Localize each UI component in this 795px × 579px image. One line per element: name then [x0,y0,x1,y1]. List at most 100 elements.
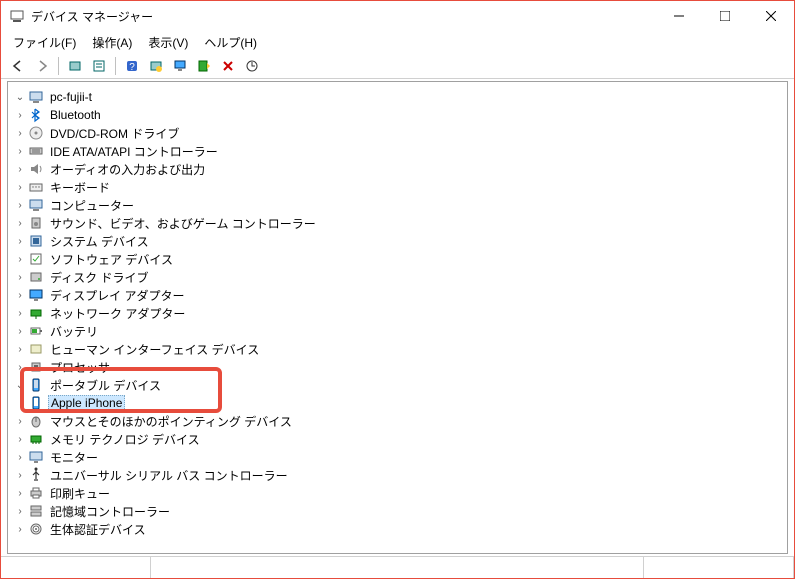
usb-icon [28,467,44,483]
chevron-down-icon[interactable]: ⌄ [12,89,28,105]
chevron-right-icon[interactable]: › [12,449,28,465]
menubar: ファイル(F) 操作(A) 表示(V) ヘルプ(H) [1,31,794,53]
menu-file[interactable]: ファイル(F) [7,32,82,53]
chevron-right-icon[interactable]: › [12,413,28,429]
node-label: システム デバイス [48,233,151,250]
disc-icon [28,125,44,141]
chevron-right-icon[interactable]: › [12,485,28,501]
app-icon [9,8,25,24]
tree-node[interactable]: › ソフトウェア デバイス [12,250,783,268]
close-button[interactable] [748,1,794,31]
node-label: キーボード [48,179,112,196]
chevron-right-icon[interactable]: › [12,107,28,123]
tree-node[interactable]: › オーディオの入力および出力 [12,160,783,178]
status-cell [151,557,644,578]
chevron-right-icon[interactable]: › [12,359,28,375]
chevron-right-icon[interactable]: › [12,323,28,339]
tree-node[interactable]: › サウンド、ビデオ、およびゲーム コントローラー [12,214,783,232]
ide-icon [28,143,44,159]
scan-button[interactable] [241,55,263,77]
maximize-button[interactable] [702,1,748,31]
portable-icon [28,377,44,393]
menu-help[interactable]: ヘルプ(H) [198,32,263,53]
menu-view[interactable]: 表示(V) [142,32,194,53]
tree-node[interactable]: › ディスク ドライブ [12,268,783,286]
status-cell [644,557,794,578]
tree-node[interactable]: › Bluetooth [12,106,783,124]
chevron-right-icon[interactable]: › [12,215,28,231]
uninstall-button[interactable] [217,55,239,77]
tree-node[interactable]: › マウスとそのほかのポインティング デバイス [12,412,783,430]
back-button[interactable] [7,55,29,77]
statusbar [1,556,794,578]
chevron-right-icon[interactable]: › [12,467,28,483]
chevron-right-icon[interactable]: › [12,125,28,141]
node-label: DVD/CD-ROM ドライブ [48,125,181,142]
tree-node[interactable]: › 生体認証デバイス [12,520,783,538]
node-label: サウンド、ビデオ、およびゲーム コントローラー [48,215,318,232]
device-tree[interactable]: ⌄ pc-fujii-t › Bluetooth › DVD/CD-ROM ドラ… [7,81,788,554]
menu-action[interactable]: 操作(A) [86,32,138,53]
tree-node[interactable]: › バッテリ [12,322,783,340]
node-label: ヒューマン インターフェイス デバイス [48,341,261,358]
tree-node[interactable]: › コンピューター [12,196,783,214]
node-label: 生体認証デバイス [48,521,148,538]
cpu-icon [28,359,44,375]
tree-node[interactable]: › メモリ テクノロジ デバイス [12,430,783,448]
node-label: 印刷キュー [48,485,112,502]
audio-icon [28,161,44,177]
tree-node[interactable]: › IDE ATA/ATAPI コントローラー [12,142,783,160]
chevron-right-icon[interactable]: › [12,521,28,537]
refresh-button[interactable] [145,55,167,77]
chevron-right-icon[interactable]: › [12,431,28,447]
chevron-right-icon[interactable]: › [12,143,28,159]
tree-node[interactable]: › ヒューマン インターフェイス デバイス [12,340,783,358]
tree-node[interactable]: › ディスプレイ アダプター [12,286,783,304]
bluetooth-icon [28,107,44,123]
chevron-right-icon[interactable]: › [12,161,28,177]
tree-node[interactable]: › ユニバーサル シリアル バス コントローラー [12,466,783,484]
chevron-down-icon[interactable]: ⌄ [12,377,28,393]
node-label: ディスプレイ アダプター [48,287,187,304]
tree-node[interactable]: › モニター [12,448,783,466]
disk-icon [28,269,44,285]
mouse-icon [28,413,44,429]
chevron-right-icon[interactable]: › [12,341,28,357]
tree-root-node[interactable]: ⌄ pc-fujii-t [12,88,783,106]
tree-node[interactable]: › 印刷キュー [12,484,783,502]
chevron-right-icon[interactable]: › [12,233,28,249]
chevron-right-icon[interactable]: › [12,269,28,285]
help-button[interactable]: ? [121,55,143,77]
tree-leaf[interactable]: Apple iPhone [12,394,783,412]
chevron-right-icon[interactable]: › [12,287,28,303]
show-hidden-button[interactable] [64,55,86,77]
chevron-right-icon[interactable]: › [12,305,28,321]
phone-icon [28,395,44,411]
window-controls [656,1,794,31]
monitor-button[interactable] [169,55,191,77]
node-label: マウスとそのほかのポインティング デバイス [48,413,294,430]
titlebar: デバイス マネージャー [1,1,794,31]
software-icon [28,251,44,267]
tree-node[interactable]: › ネットワーク アダプター [12,304,783,322]
forward-button[interactable] [31,55,53,77]
tree-node[interactable]: › プロセッサ [12,358,783,376]
node-label: 記憶域コントローラー [48,503,172,520]
chevron-right-icon[interactable]: › [12,251,28,267]
tree-node[interactable]: › システム デバイス [12,232,783,250]
node-label: pc-fujii-t [48,90,94,104]
chevron-right-icon[interactable]: › [12,179,28,195]
node-label: コンピューター [48,197,136,214]
tree-node[interactable]: › DVD/CD-ROM ドライブ [12,124,783,142]
update-driver-button[interactable] [193,55,215,77]
hid-icon [28,341,44,357]
toolbar: ? [1,53,794,79]
chevron-right-icon[interactable]: › [12,503,28,519]
node-label: ソフトウェア デバイス [48,251,175,268]
tree-node[interactable]: › 記憶域コントローラー [12,502,783,520]
tree-node[interactable]: › キーボード [12,178,783,196]
chevron-right-icon[interactable]: › [12,197,28,213]
minimize-button[interactable] [656,1,702,31]
tree-node[interactable]: ⌄ ポータブル デバイス [12,376,783,394]
properties-button[interactable] [88,55,110,77]
